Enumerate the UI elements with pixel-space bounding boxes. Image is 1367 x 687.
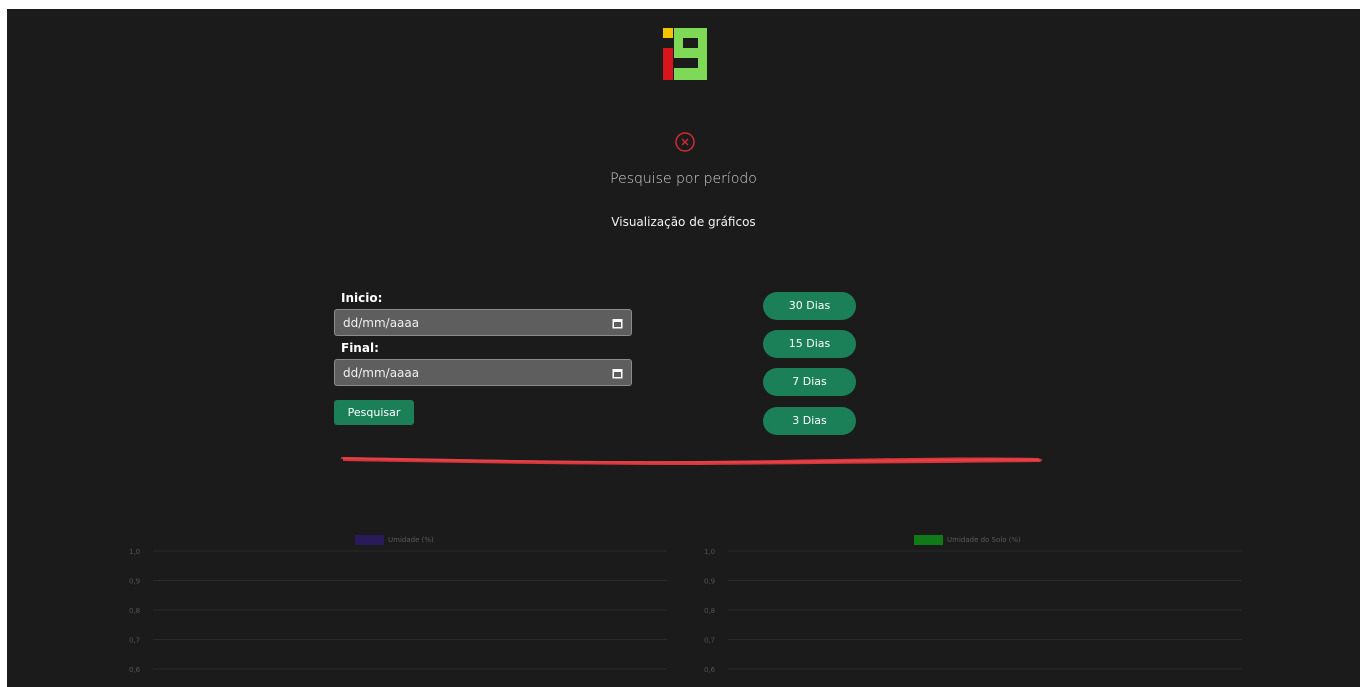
legend-label-soil-humidity: Umidade do Solo (%) xyxy=(947,536,1021,544)
period-7-days-button[interactable]: 7 Dias xyxy=(763,368,856,396)
y-tick-label: 0,6 xyxy=(704,666,716,674)
end-date-placeholder: dd/mm/aaaa xyxy=(343,366,420,380)
y-tick-label: 0,7 xyxy=(704,637,715,645)
legend-swatch-soil-humidity xyxy=(914,535,943,545)
y-tick-label: 0,7 xyxy=(129,637,140,645)
humidity-chart: 1,0 0,9 0,8 0,7 0,6 Umidade (%) xyxy=(115,532,671,687)
start-date-placeholder: dd/mm/aaaa xyxy=(343,316,420,330)
y-tick-label: 1,0 xyxy=(704,548,715,556)
y-tick-label: 0,8 xyxy=(704,607,715,615)
legend-swatch-humidity xyxy=(355,535,384,545)
calendar-icon[interactable] xyxy=(612,368,623,379)
app-frame: Pesquise por período Visualização de grá… xyxy=(7,9,1360,687)
calendar-icon[interactable] xyxy=(612,318,623,329)
y-tick-label: 0,6 xyxy=(129,666,141,674)
start-date-label: Inicio: xyxy=(341,291,383,305)
close-circle-icon[interactable] xyxy=(674,131,696,153)
section-title: Visualização de gráficos xyxy=(611,215,756,229)
chart-legend: Umidade (%) xyxy=(355,535,434,545)
end-date-label: Final: xyxy=(341,341,379,355)
red-highlight-stroke xyxy=(340,457,1043,465)
y-tick-label: 1,0 xyxy=(129,548,140,556)
chart-plot-area: 1,0 0,9 0,8 0,7 0,6 xyxy=(129,548,667,674)
chart-plot-area: 1,0 0,9 0,8 0,7 0,6 xyxy=(704,548,1242,674)
y-tick-label: 0,9 xyxy=(129,578,140,586)
search-button[interactable]: Pesquisar xyxy=(334,400,414,425)
legend-label-humidity: Umidade (%) xyxy=(388,536,434,544)
page-subtitle: Pesquise por período xyxy=(610,171,757,187)
period-15-days-button[interactable]: 15 Dias xyxy=(763,330,856,358)
y-tick-label: 0,8 xyxy=(129,607,140,615)
chart-legend: Umidade do Solo (%) xyxy=(914,535,1021,545)
soil-humidity-chart: 1,0 0,9 0,8 0,7 0,6 Umidade do Solo (%) xyxy=(690,532,1246,687)
end-date-input[interactable]: dd/mm/aaaa xyxy=(334,359,632,386)
i9-logo-icon xyxy=(663,28,707,80)
period-30-days-button[interactable]: 30 Dias xyxy=(763,292,856,320)
y-tick-label: 0,9 xyxy=(704,578,715,586)
start-date-input[interactable]: dd/mm/aaaa xyxy=(334,309,632,336)
period-3-days-button[interactable]: 3 Dias xyxy=(763,407,856,435)
